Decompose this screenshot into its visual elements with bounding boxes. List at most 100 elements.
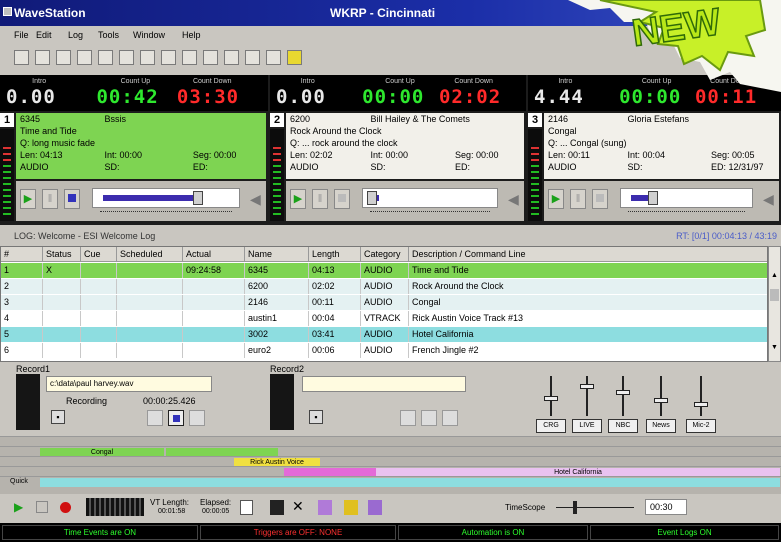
window-title: WKRP - Cincinnati — [330, 6, 436, 20]
mixer-button-mic-2[interactable]: Mic-2 — [686, 419, 716, 433]
column-header[interactable]: Category — [361, 247, 409, 262]
record2-path[interactable] — [302, 376, 466, 392]
menu-edit[interactable]: Edit — [36, 30, 52, 40]
record1-pause-button[interactable] — [147, 410, 163, 426]
record1-save-icon[interactable]: ▪ — [51, 410, 65, 424]
paste-icon[interactable] — [140, 50, 155, 65]
timescope-value[interactable]: 00:30 — [645, 499, 687, 515]
tool-icon[interactable] — [287, 50, 302, 65]
wand-vt-icon[interactable] — [368, 500, 382, 515]
find-icon[interactable] — [182, 50, 197, 65]
fader-nbc[interactable] — [612, 376, 634, 416]
copy-vt-icon[interactable] — [318, 500, 332, 515]
column-header[interactable]: # — [1, 247, 43, 262]
record2-stop-button[interactable] — [421, 410, 437, 426]
mixer-button-live[interactable]: LIVE — [572, 419, 602, 433]
log-row[interactable]: 2 6200 02:02 AUDIO Rock Around the Clock — [1, 279, 767, 294]
column-header[interactable]: Name — [245, 247, 309, 262]
outcue: Q: ... Congal (sung) — [548, 138, 627, 148]
play-icon[interactable]: ▶ — [548, 189, 564, 209]
player-info[interactable]: 2146 Gloria Estefans Congal Q: ... Conga… — [544, 113, 779, 179]
log-row[interactable]: 3 2146 00:11 AUDIO Congal — [1, 295, 767, 310]
column-header[interactable]: Scheduled — [117, 247, 183, 262]
mixer-button-news[interactable]: News — [646, 419, 676, 433]
record1-record-button[interactable] — [189, 410, 205, 426]
scroll-up-icon[interactable]: ▲ — [770, 271, 779, 281]
timescope-slider[interactable] — [556, 501, 634, 514]
log-row[interactable]: 5 3002 03:41 AUDIO Hotel California — [1, 327, 767, 342]
log-cell — [43, 295, 81, 310]
start-date: SD: — [370, 162, 386, 172]
log-row[interactable]: 1 X 09:24:58 6345 04:13 AUDIO Time and Tide — [1, 263, 767, 278]
log-cell: 04:13 — [309, 263, 361, 278]
pause-icon[interactable]: ‖ — [42, 189, 58, 209]
copy-icon[interactable] — [119, 50, 134, 65]
pause-icon[interactable]: ‖ — [570, 189, 586, 209]
print-icon[interactable] — [77, 50, 92, 65]
position-slider[interactable] — [92, 188, 240, 208]
fader-crg[interactable] — [540, 376, 562, 416]
record2-save-icon[interactable]: ▪ — [309, 410, 323, 424]
cut-icon[interactable] — [98, 50, 113, 65]
chart-icon[interactable] — [266, 50, 281, 65]
play-icon[interactable]: ▶ — [20, 189, 36, 209]
log-grid[interactable]: # Status Cue Scheduled Actual Name Length Categ… — [0, 246, 768, 362]
player-info[interactable]: 6200 Bill Hailey & The Comets Rock Aroun… — [286, 113, 524, 179]
stop-icon[interactable] — [64, 189, 80, 209]
record2-pause-button[interactable] — [400, 410, 416, 426]
menu-window[interactable]: Window — [133, 30, 165, 40]
save-vt-icon[interactable] — [270, 500, 284, 515]
play-icon[interactable]: ▶ — [290, 189, 306, 209]
speaker-icon[interactable]: ◀ — [250, 191, 261, 208]
record2-record-button[interactable] — [442, 410, 458, 426]
log-row[interactable]: 6 euro2 00:06 AUDIO French Jingle #2 — [1, 343, 767, 358]
position-slider[interactable] — [620, 188, 753, 208]
new-icon[interactable] — [14, 50, 29, 65]
column-header[interactable]: Cue — [81, 247, 117, 262]
column-header[interactable]: Status — [43, 247, 81, 262]
log-cell: X — [43, 263, 81, 278]
column-header[interactable]: Actual — [183, 247, 245, 262]
fader-mic-2[interactable] — [690, 376, 712, 416]
speaker-icon[interactable]: ◀ — [508, 191, 519, 208]
log-scrollbar[interactable]: ▲ ▼ — [768, 246, 781, 362]
cart-number: 6345 — [20, 114, 41, 124]
pause-icon[interactable] — [36, 501, 48, 513]
play-icon[interactable]: ▶ — [14, 500, 23, 514]
menu-file[interactable]: File — [14, 30, 29, 40]
log-row[interactable]: 4 austin1 00:04 VTRACK Rick Austin Voice Tra… — [1, 311, 767, 326]
record1-meter — [16, 374, 40, 430]
wand-icon[interactable] — [161, 50, 176, 65]
scroll-thumb[interactable] — [770, 289, 779, 301]
speaker-icon[interactable]: ◀ — [763, 191, 774, 208]
stop-icon[interactable] — [334, 189, 350, 209]
stop-icon[interactable] — [592, 189, 608, 209]
column-header[interactable]: Description / Command Line — [409, 247, 767, 262]
position-slider[interactable] — [362, 188, 498, 208]
monitor-icon[interactable] — [245, 50, 260, 65]
mixer-button-nbc[interactable]: NBC — [608, 419, 638, 433]
menu-help[interactable]: Help — [182, 30, 201, 40]
timeline-block-quick[interactable] — [40, 478, 780, 487]
timeline[interactable]: Congal Rick Austin Voice Hotel Californi… — [0, 436, 781, 494]
fader-live[interactable] — [576, 376, 598, 416]
menu-log[interactable]: Log — [68, 30, 83, 40]
scroll-down-icon[interactable]: ▼ — [770, 343, 779, 353]
open-icon[interactable] — [35, 50, 50, 65]
record1-path[interactable]: c:\data\paul harvey.wav — [46, 376, 212, 392]
record-icon[interactable] — [60, 502, 71, 513]
player-info[interactable]: 6345 Bssis Time and Tide Q: long music f… — [16, 113, 266, 179]
delete-icon[interactable]: ✕ — [292, 498, 304, 515]
mixer-icon[interactable] — [224, 50, 239, 65]
new-vt-icon[interactable] — [240, 500, 253, 515]
paste-vt-icon[interactable] — [344, 500, 358, 515]
list-icon[interactable] — [203, 50, 218, 65]
pause-icon[interactable]: ‖ — [312, 189, 328, 209]
app-icon[interactable] — [3, 7, 12, 16]
column-header[interactable]: Length — [309, 247, 361, 262]
save-icon[interactable] — [56, 50, 71, 65]
record1-stop-button[interactable] — [168, 410, 184, 426]
menu-tools[interactable]: Tools — [98, 30, 119, 40]
mixer-button-crg[interactable]: CRG — [536, 419, 566, 433]
fader-news[interactable] — [650, 376, 672, 416]
